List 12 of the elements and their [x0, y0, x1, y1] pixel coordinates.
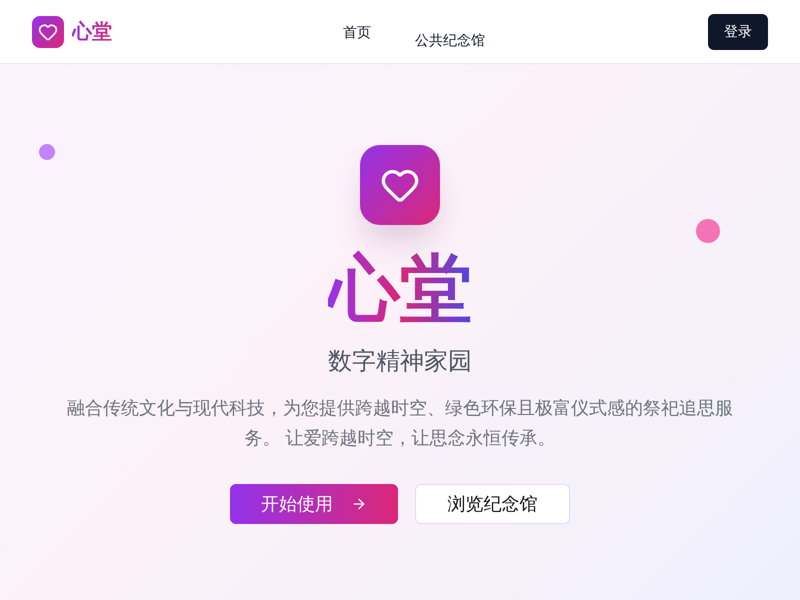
heart-logo-icon: [32, 16, 64, 48]
heart-logo-icon: [360, 145, 440, 225]
start-button[interactable]: 开始使用: [230, 484, 398, 524]
nav-link[interactable]: 公共纪念馆: [415, 22, 485, 50]
arrow-right-icon: [351, 496, 367, 512]
description: 融合传统文化与现代科技，为您提供跨越时空、绿色环保且极富仪式感的祭祀追思服务。 让爱跨越时空，让思念永恒传承。: [66, 397, 734, 450]
browse-button[interactable]: 浏览纪念馆: [415, 484, 570, 524]
login-button[interactable]: 登录: [708, 14, 768, 50]
subtitle: 数字精神家园: [328, 347, 472, 377]
dot-icon: [39, 144, 55, 160]
dot-icon: [696, 219, 720, 243]
nav-link[interactable]: 首页: [343, 22, 371, 42]
